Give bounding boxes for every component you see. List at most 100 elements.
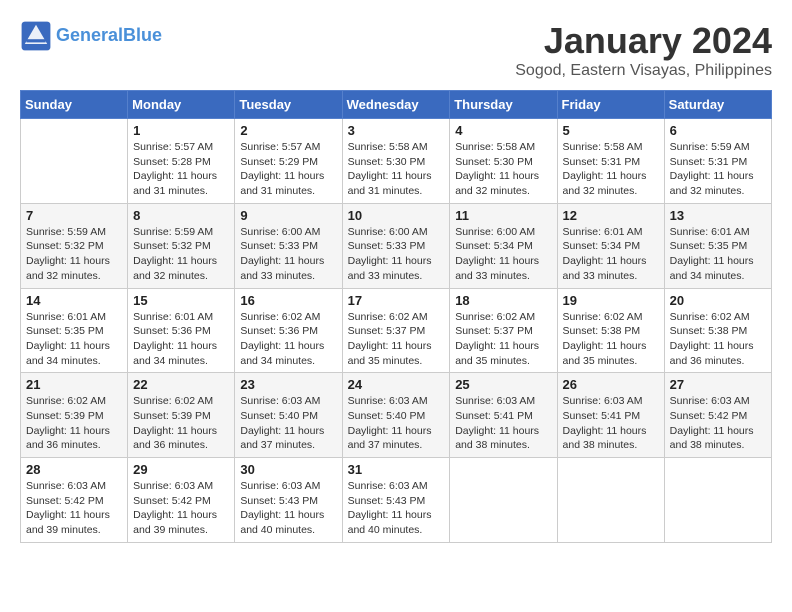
header-cell-thursday: Thursday [450,91,557,119]
day-number: 10 [348,208,445,223]
week-row-5: 28 Sunrise: 6:03 AM Sunset: 5:42 PM Dayli… [21,458,772,543]
day-number: 2 [240,123,336,138]
day-info: Sunrise: 5:59 AM Sunset: 5:31 PM Dayligh… [670,140,766,199]
day-number: 1 [133,123,229,138]
calendar-table: SundayMondayTuesdayWednesdayThursdayFrid… [20,90,772,543]
day-cell: 19 Sunrise: 6:02 AM Sunset: 5:38 PM Dayli… [557,288,664,373]
day-info: Sunrise: 6:03 AM Sunset: 5:42 PM Dayligh… [133,479,229,538]
day-info: Sunrise: 6:01 AM Sunset: 5:34 PM Dayligh… [563,225,659,284]
day-cell: 21Sunrise: 6:02 AM Sunset: 5:39 PM Dayli… [21,373,128,458]
day-cell: 4Sunrise: 5:58 AM Sunset: 5:30 PM Daylig… [450,119,557,204]
header-row: SundayMondayTuesdayWednesdayThursdayFrid… [21,91,772,119]
day-cell: 11Sunrise: 6:00 AM Sunset: 5:34 PM Dayli… [450,203,557,288]
day-cell: 1Sunrise: 5:57 AM Sunset: 5:28 PM Daylig… [128,119,235,204]
day-info: Sunrise: 6:00 AM Sunset: 5:33 PM Dayligh… [240,225,336,284]
header-cell-tuesday: Tuesday [235,91,342,119]
day-info: Sunrise: 6:01 AM Sunset: 5:35 PM Dayligh… [26,310,122,369]
day-number: 30 [240,462,336,477]
day-number: 29 [133,462,229,477]
day-cell [21,119,128,204]
day-number: 7 [26,208,122,223]
day-cell: 20 Sunrise: 6:02 AM Sunset: 5:38 PM Dayli… [664,288,771,373]
day-number: 13 [670,208,766,223]
header-cell-wednesday: Wednesday [342,91,450,119]
header-cell-saturday: Saturday [664,91,771,119]
day-cell [450,458,557,543]
week-row-4: 21Sunrise: 6:02 AM Sunset: 5:39 PM Dayli… [21,373,772,458]
day-number: 20 [670,293,766,308]
day-info: Sunrise: 6:02 AM Sunset: 5:36 PM Dayligh… [240,310,336,369]
day-info: Sunrise: 6:03 AM Sunset: 5:43 PM Dayligh… [240,479,336,538]
day-cell: 27 Sunrise: 6:03 AM Sunset: 5:42 PM Dayli… [664,373,771,458]
day-cell: 29 Sunrise: 6:03 AM Sunset: 5:42 PM Dayli… [128,458,235,543]
day-cell: 28 Sunrise: 6:03 AM Sunset: 5:42 PM Dayli… [21,458,128,543]
day-number: 28 [26,462,122,477]
month-title: January 2024 [515,20,772,62]
day-number: 8 [133,208,229,223]
day-info: Sunrise: 5:59 AM Sunset: 5:32 PM Dayligh… [133,225,229,284]
day-info: Sunrise: 6:02 AM Sunset: 5:37 PM Dayligh… [455,310,551,369]
day-number: 24 [348,377,445,392]
header-cell-monday: Monday [128,91,235,119]
day-number: 12 [563,208,659,223]
day-cell: 15Sunrise: 6:01 AM Sunset: 5:36 PM Dayli… [128,288,235,373]
day-cell: 2 Sunrise: 5:57 AM Sunset: 5:29 PM Daylig… [235,119,342,204]
day-cell: 22 Sunrise: 6:02 AM Sunset: 5:39 PM Dayli… [128,373,235,458]
day-cell: 16Sunrise: 6:02 AM Sunset: 5:36 PM Dayli… [235,288,342,373]
day-cell: 26 Sunrise: 6:03 AM Sunset: 5:41 PM Dayli… [557,373,664,458]
day-cell [664,458,771,543]
title-block: January 2024 Sogod, Eastern Visayas, Phi… [515,20,772,80]
day-number: 26 [563,377,659,392]
day-cell: 18 Sunrise: 6:02 AM Sunset: 5:37 PM Dayli… [450,288,557,373]
week-row-2: 7 Sunrise: 5:59 AM Sunset: 5:32 PM Daylig… [21,203,772,288]
day-info: Sunrise: 6:02 AM Sunset: 5:38 PM Dayligh… [670,310,766,369]
day-cell: 10Sunrise: 6:00 AM Sunset: 5:33 PM Dayli… [342,203,450,288]
day-cell: 8 Sunrise: 5:59 AM Sunset: 5:32 PM Daylig… [128,203,235,288]
day-info: Sunrise: 5:58 AM Sunset: 5:30 PM Dayligh… [455,140,551,199]
header-cell-sunday: Sunday [21,91,128,119]
day-info: Sunrise: 6:03 AM Sunset: 5:43 PM Dayligh… [348,479,445,538]
day-info: Sunrise: 6:03 AM Sunset: 5:41 PM Dayligh… [563,394,659,453]
day-info: Sunrise: 6:02 AM Sunset: 5:39 PM Dayligh… [26,394,122,453]
day-cell: 25Sunrise: 6:03 AM Sunset: 5:41 PM Dayli… [450,373,557,458]
day-number: 14 [26,293,122,308]
day-cell: 13 Sunrise: 6:01 AM Sunset: 5:35 PM Dayli… [664,203,771,288]
day-info: Sunrise: 6:02 AM Sunset: 5:38 PM Dayligh… [563,310,659,369]
day-info: Sunrise: 6:01 AM Sunset: 5:36 PM Dayligh… [133,310,229,369]
day-info: Sunrise: 6:02 AM Sunset: 5:37 PM Dayligh… [348,310,445,369]
logo-line1: General [56,25,123,45]
day-info: Sunrise: 6:03 AM Sunset: 5:42 PM Dayligh… [670,394,766,453]
day-number: 22 [133,377,229,392]
day-info: Sunrise: 6:01 AM Sunset: 5:35 PM Dayligh… [670,225,766,284]
day-info: Sunrise: 5:57 AM Sunset: 5:29 PM Dayligh… [240,140,336,199]
day-info: Sunrise: 6:03 AM Sunset: 5:40 PM Dayligh… [348,394,445,453]
day-info: Sunrise: 6:02 AM Sunset: 5:39 PM Dayligh… [133,394,229,453]
day-info: Sunrise: 5:59 AM Sunset: 5:32 PM Dayligh… [26,225,122,284]
day-number: 9 [240,208,336,223]
day-cell: 23Sunrise: 6:03 AM Sunset: 5:40 PM Dayli… [235,373,342,458]
week-row-1: 1Sunrise: 5:57 AM Sunset: 5:28 PM Daylig… [21,119,772,204]
day-number: 27 [670,377,766,392]
location-subtitle: Sogod, Eastern Visayas, Philippines [515,62,772,80]
logo-line2: Blue [123,25,162,45]
day-number: 18 [455,293,551,308]
logo-icon [20,20,52,52]
day-number: 19 [563,293,659,308]
day-cell: 24 Sunrise: 6:03 AM Sunset: 5:40 PM Dayli… [342,373,450,458]
day-number: 3 [348,123,445,138]
calendar-body: 1Sunrise: 5:57 AM Sunset: 5:28 PM Daylig… [21,119,772,543]
day-info: Sunrise: 6:03 AM Sunset: 5:42 PM Dayligh… [26,479,122,538]
day-cell: 6 Sunrise: 5:59 AM Sunset: 5:31 PM Daylig… [664,119,771,204]
page-header: GeneralBlue January 2024 Sogod, Eastern … [20,20,772,80]
day-cell: 30 Sunrise: 6:03 AM Sunset: 5:43 PM Dayli… [235,458,342,543]
logo-text: GeneralBlue [56,26,162,46]
logo: GeneralBlue [20,20,162,52]
week-row-3: 14 Sunrise: 6:01 AM Sunset: 5:35 PM Dayli… [21,288,772,373]
day-cell: 17 Sunrise: 6:02 AM Sunset: 5:37 PM Dayli… [342,288,450,373]
day-number: 17 [348,293,445,308]
day-number: 11 [455,208,551,223]
day-number: 6 [670,123,766,138]
day-cell: 3Sunrise: 5:58 AM Sunset: 5:30 PM Daylig… [342,119,450,204]
day-cell [557,458,664,543]
day-info: Sunrise: 6:03 AM Sunset: 5:40 PM Dayligh… [240,394,336,453]
